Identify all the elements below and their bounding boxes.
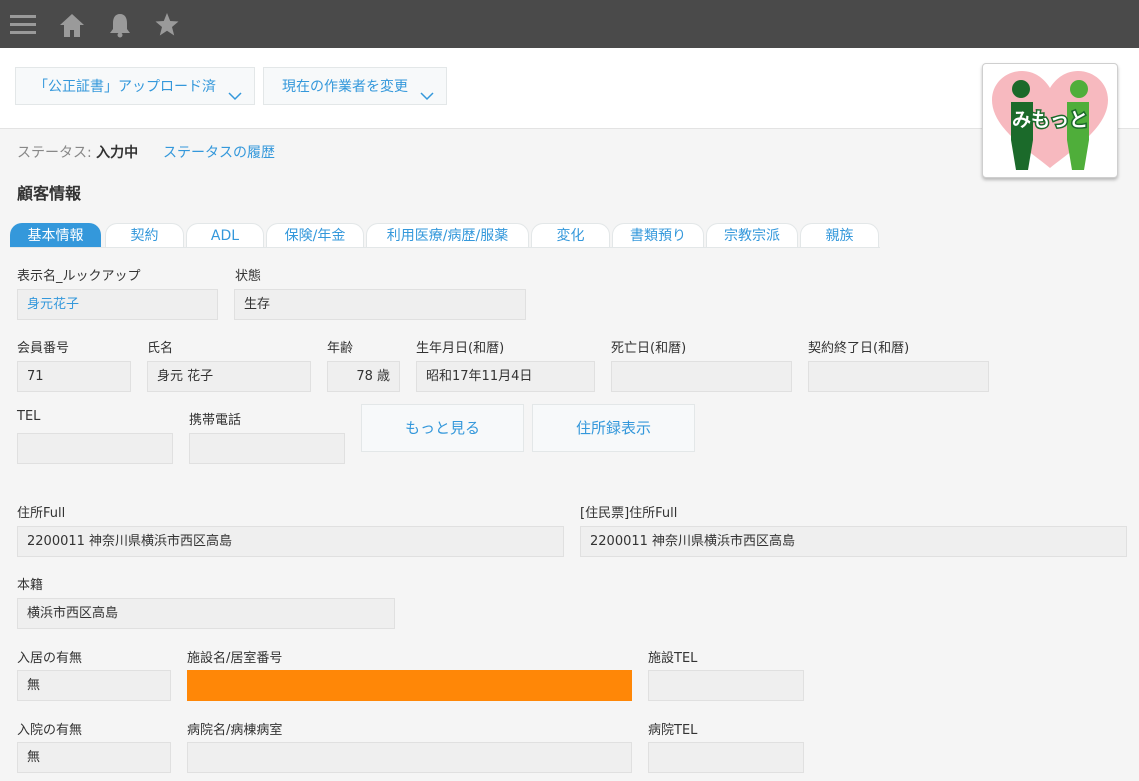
home-icon[interactable] (58, 10, 88, 40)
tab-changes[interactable]: 変化 (531, 223, 610, 248)
hospital-tel-label: 病院TEL (648, 723, 698, 738)
app-logo: みもっと (982, 63, 1118, 178)
birthdate-label: 生年月日(和暦) (416, 341, 505, 356)
mobile-field (189, 433, 345, 464)
display-name-field[interactable]: 身元花子 (17, 289, 218, 320)
member-no-label: 会員番号 (17, 341, 70, 356)
birthdate-field: 昭和17年11月4日 (416, 361, 595, 392)
show-more-button[interactable]: もっと見る (361, 404, 524, 452)
tab-religion[interactable]: 宗教宗派 (706, 223, 798, 248)
status-value: 入力中 (96, 145, 139, 161)
death-date-field (611, 361, 792, 392)
record-header: 「公正証書」アップロード済 現在の作業者を変更 (0, 48, 1139, 129)
mobile-label: 携帯電話 (189, 413, 242, 428)
star-icon[interactable] (153, 10, 183, 40)
process-action-label: 「公正証書」アップロード済 (34, 79, 216, 95)
facility-tel-field (648, 670, 804, 701)
age-label: 年齢 (327, 341, 354, 356)
tab-adl[interactable]: ADL (186, 223, 264, 248)
death-date-label: 死亡日(和暦) (611, 341, 687, 356)
tab-documents-held[interactable]: 書類預り (612, 223, 704, 248)
tab-medical-history[interactable]: 利用医療/病歴/服薬 (366, 223, 529, 248)
state-field: 生存 (234, 289, 526, 320)
member-no-field: 71 (17, 361, 131, 392)
status-history-link[interactable]: ステータスの履歴 (163, 142, 275, 162)
hospital-name-field (187, 742, 632, 773)
tab-underline (10, 247, 880, 248)
chevron-down-icon (420, 80, 434, 118)
change-assignee-label: 現在の作業者を変更 (282, 79, 408, 95)
top-bar (0, 0, 1139, 48)
facility-name-label: 施設名/居室番号 (187, 651, 283, 666)
address-label: 住所Full (17, 506, 66, 521)
age-field: 78 歳 (327, 361, 400, 392)
tel-field (17, 433, 173, 464)
address-field: 2200011 神奈川県横浜市西区高島 (17, 526, 564, 557)
resident-address-field: 2200011 神奈川県横浜市西区高島 (580, 526, 1127, 557)
hospital-presence-label: 入院の有無 (17, 723, 83, 738)
address-book-button[interactable]: 住所録表示 (532, 404, 695, 452)
chevron-down-icon (228, 80, 242, 118)
facility-tel-label: 施設TEL (648, 651, 698, 666)
hospital-presence-field: 無 (17, 742, 171, 773)
section-title: 顧客情報 (17, 184, 82, 203)
name-label: 氏名 (147, 341, 174, 356)
hospital-name-label: 病院名/病棟病室 (187, 723, 283, 738)
tab-relatives[interactable]: 親族 (800, 223, 879, 248)
facility-name-field (187, 670, 632, 701)
hospital-tel-field (648, 742, 804, 773)
contract-end-field (808, 361, 989, 392)
facility-presence-label: 入居の有無 (17, 651, 83, 666)
resident-address-label: [住民票]住所Full (580, 506, 678, 521)
tab-insurance-pension[interactable]: 保険/年金 (266, 223, 364, 248)
state-label: 状態 (235, 269, 262, 284)
change-assignee-dropdown[interactable]: 現在の作業者を変更 (263, 67, 447, 105)
bell-icon[interactable] (106, 10, 136, 40)
tel-label: TEL (17, 409, 41, 424)
facility-presence-field: 無 (17, 670, 171, 701)
menu-icon[interactable] (9, 10, 39, 40)
status-line: ステータス: 入力中 (17, 142, 138, 162)
logo-text: みもっと (1012, 109, 1088, 131)
status-label: ステータス: (17, 145, 92, 161)
honseki-label: 本籍 (17, 578, 44, 593)
display-name-label: 表示名_ルックアップ (17, 269, 141, 284)
tab-basic-info[interactable]: 基本情報 (10, 223, 101, 248)
name-field: 身元 花子 (147, 361, 311, 392)
contract-end-label: 契約終了日(和暦) (808, 341, 910, 356)
honseki-field: 横浜市西区高島 (17, 598, 395, 629)
process-action-dropdown[interactable]: 「公正証書」アップロード済 (15, 67, 255, 105)
tab-contract[interactable]: 契約 (105, 223, 184, 248)
